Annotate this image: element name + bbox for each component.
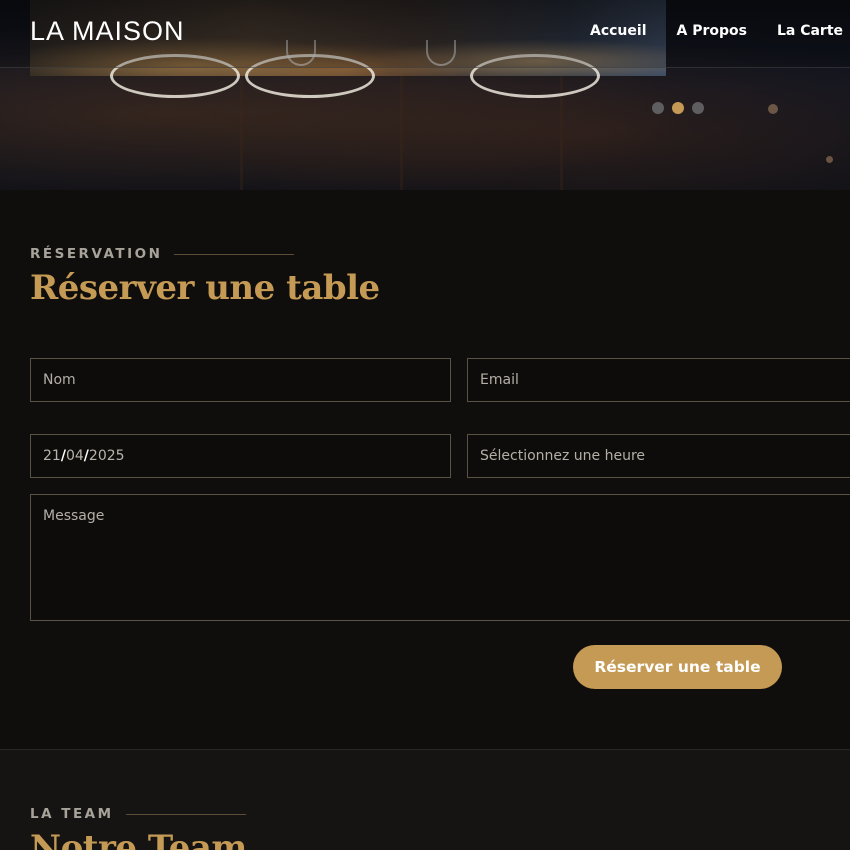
site-logo[interactable]: LA MAISON [30, 16, 185, 47]
team-section: LA TEAM Notre Team [0, 750, 850, 850]
site-header: LA MAISON Accueil A Propos La Carte Ev [0, 0, 850, 68]
section-tag-label: LA TEAM [30, 806, 114, 822]
background-decoration [826, 156, 833, 163]
reservation-section: RÉSERVATION Réserver une table Nom Email… [0, 190, 850, 750]
section-title: Notre Team [30, 828, 247, 850]
section-tag-label: RÉSERVATION [30, 246, 163, 262]
carousel-dots [652, 102, 704, 114]
time-placeholder: Sélectionnez une heure [480, 448, 646, 464]
email-placeholder: Email [480, 372, 519, 388]
background-decoration [400, 76, 403, 190]
message-placeholder: Message [43, 508, 105, 524]
date-input[interactable]: 21/04/2025 [30, 434, 451, 478]
carousel-dot-2[interactable] [672, 102, 684, 114]
section-tag-divider [125, 813, 246, 815]
date-year[interactable]: 2025 [89, 448, 125, 464]
email-input[interactable]: Email [467, 358, 850, 402]
message-textarea[interactable]: Message [30, 494, 850, 621]
nav-link-la-carte[interactable]: La Carte [777, 23, 843, 39]
section-tag: LA TEAM [30, 806, 246, 822]
section-tag-divider [174, 253, 295, 255]
reserve-table-button[interactable]: Réserver une table [573, 645, 782, 689]
date-day[interactable]: 21 [43, 448, 61, 464]
section-title: Réserver une table [30, 268, 380, 308]
time-select[interactable]: Sélectionnez une heure [467, 434, 850, 478]
carousel-dot-3[interactable] [692, 102, 704, 114]
nav-link-a-propos[interactable]: A Propos [677, 23, 747, 39]
section-tag: RÉSERVATION [30, 246, 295, 262]
background-decoration [240, 76, 243, 190]
name-input[interactable]: Nom [30, 358, 451, 402]
main-nav: Accueil A Propos La Carte Ev [590, 23, 850, 39]
nav-link-accueil[interactable]: Accueil [590, 23, 647, 39]
date-month[interactable]: 04 [66, 448, 84, 464]
background-decoration [768, 104, 778, 114]
carousel-dot-1[interactable] [652, 102, 664, 114]
name-placeholder: Nom [43, 372, 76, 388]
